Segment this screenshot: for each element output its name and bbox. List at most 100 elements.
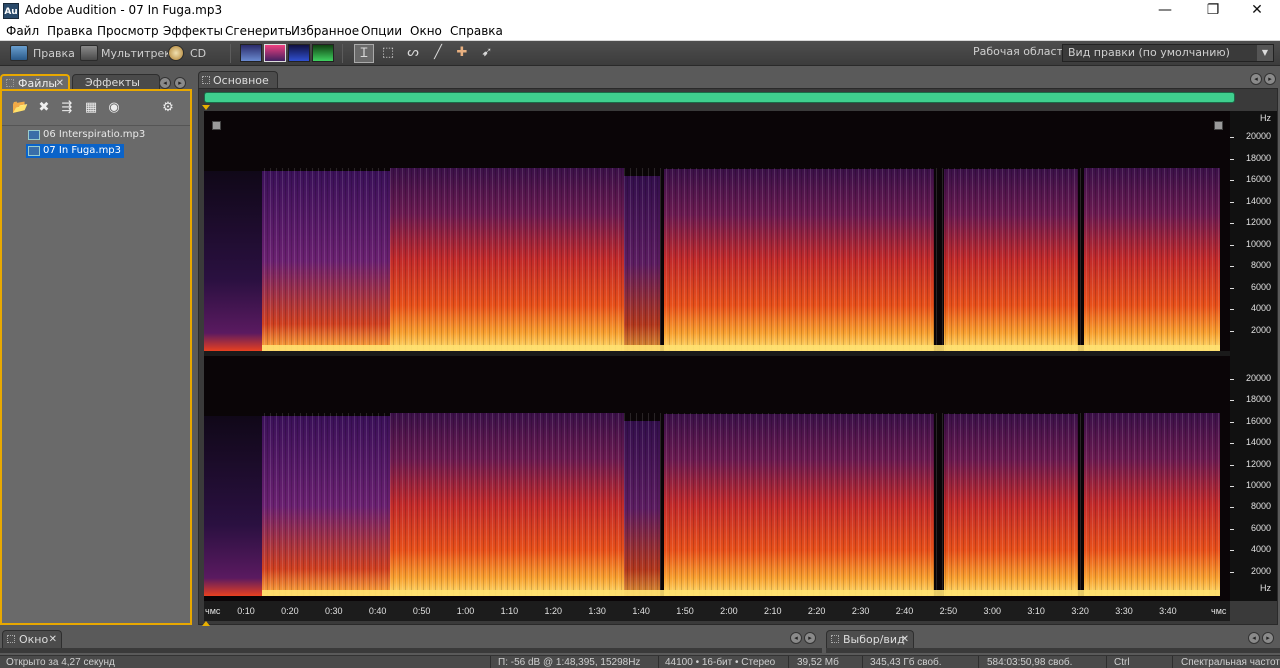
panel-grip-icon[interactable]: [7, 635, 15, 643]
audio-file-icon: [28, 146, 40, 156]
phase-view-icon[interactable]: [312, 44, 334, 62]
panel-grip-icon[interactable]: [202, 76, 210, 84]
file-item-selected[interactable]: 07 In Fuga.mp3: [26, 144, 125, 158]
cd-icon[interactable]: [168, 45, 184, 61]
top-freq-label: 4000: [1250, 303, 1271, 313]
top-freq-tick: [1230, 330, 1234, 332]
tab-window[interactable]: Окно ✕: [2, 630, 62, 648]
intro-section: [204, 171, 262, 351]
tab-selection-view[interactable]: Выбор/вид ✕: [826, 630, 914, 648]
tab-files[interactable]: Файлы ✕: [0, 74, 70, 90]
multitrack-icon[interactable]: [80, 45, 98, 61]
overview-bar[interactable]: [204, 92, 1235, 103]
insert-cd-icon[interactable]: ▦: [83, 101, 99, 115]
time-tick-label: 2:40: [895, 606, 914, 616]
waveform-view-icon[interactable]: [240, 44, 262, 62]
close-file-icon[interactable]: ✖: [36, 101, 52, 115]
file-item[interactable]: 06 Interspiratio.mp3: [26, 128, 148, 142]
panel-menu-icon[interactable]: ▸: [1262, 632, 1274, 644]
menu-generate[interactable]: Сгенерить: [225, 24, 292, 38]
zoom-corner-icon[interactable]: [212, 121, 221, 130]
spot-healing-tool-icon[interactable]: ✚: [452, 44, 472, 63]
panel-grip-icon[interactable]: [831, 635, 839, 643]
time-tick-label: 3:40: [1159, 606, 1177, 616]
spectral-view-icon[interactable]: [264, 44, 286, 62]
low-frequency-band: [262, 590, 1220, 596]
brush-tool-icon[interactable]: ╱: [428, 44, 448, 63]
window-panel-body: [0, 648, 822, 653]
intro-section: [204, 416, 262, 596]
menu-options[interactable]: Опции: [361, 24, 402, 38]
play-file-icon[interactable]: ◉: [106, 101, 122, 115]
time-tick-label: 2:50: [939, 606, 958, 616]
time-unit-label: чмс: [1211, 606, 1227, 616]
playhead-marker-top[interactable]: [202, 105, 210, 110]
tab-effects-label: Эффекты: [85, 76, 140, 89]
marquee-tool-icon[interactable]: ⬚: [378, 44, 398, 63]
menu-favorites[interactable]: Избранное: [291, 24, 359, 38]
top-freq-label: 10000: [1245, 238, 1271, 249]
tab-effects[interactable]: Эффекты: [72, 74, 160, 90]
multitrack-button[interactable]: Мультитрек: [101, 44, 171, 63]
menu-edit[interactable]: Правка: [47, 24, 93, 38]
insert-multitrack-icon[interactable]: ⇶: [59, 101, 75, 115]
panel-minimize-icon[interactable]: ◂: [790, 632, 802, 644]
hz-unit-label: Hz: [1260, 113, 1271, 123]
workspace-select[interactable]: Вид правки (по умолчанию) ▼: [1062, 44, 1274, 62]
close-icon[interactable]: ✕: [901, 631, 909, 648]
scrub-tool-icon[interactable]: ➹: [477, 44, 497, 63]
file-name: 07 In Fuga.mp3: [43, 145, 122, 156]
status-size: 39,52 Мб: [797, 657, 839, 668]
panel-minimize-icon[interactable]: ◂: [1248, 632, 1260, 644]
panel-minimize-icon[interactable]: ◂: [159, 77, 171, 89]
top-freq-label: 16000: [1245, 174, 1271, 184]
time-selection-tool-icon[interactable]: Ｉ: [354, 44, 374, 63]
maximize-button[interactable]: ❐: [1190, 0, 1236, 22]
time-tick-label: 0:40: [368, 606, 387, 616]
files-panel-body: 📂 ✖ ⇶ ▦ ◉ ⚙ 06 Interspiratio.mp3 07 In F…: [0, 89, 192, 625]
status-cursor: П: -56 dB @ 1:48,395, 15298Hz: [498, 657, 641, 668]
time-tick-label: 0:20: [281, 606, 299, 616]
minimize-button[interactable]: —: [1142, 0, 1188, 22]
menu-view[interactable]: Просмотр: [97, 24, 159, 38]
edit-view-icon[interactable]: [10, 45, 28, 61]
bottom-freq-label: 2000: [1250, 565, 1271, 576]
file-options-icon[interactable]: ⚙: [160, 101, 176, 115]
time-tick-label: 0:50: [412, 606, 431, 616]
edit-view-button[interactable]: Правка: [33, 44, 75, 63]
tab-main[interactable]: Основное: [198, 71, 278, 89]
open-file-icon[interactable]: 📂: [12, 101, 28, 115]
time-tick-label: 3:30: [1115, 606, 1133, 616]
zoom-corner-icon[interactable]: [1214, 121, 1223, 130]
close-button[interactable]: ✕: [1234, 0, 1280, 22]
cd-view-button[interactable]: CD: [190, 44, 206, 63]
panel-menu-icon[interactable]: ▸: [1264, 73, 1276, 85]
time-tick-label: 1:10: [500, 606, 519, 616]
panel-minimize-icon[interactable]: ◂: [1250, 73, 1262, 85]
lasso-tool-icon[interactable]: ᔕ: [403, 44, 423, 63]
panel-menu-icon[interactable]: ▸: [174, 77, 186, 89]
status-separator: [862, 656, 863, 668]
panel-menu-icon[interactable]: ▸: [804, 632, 816, 644]
chevron-down-icon[interactable]: ▼: [1257, 45, 1273, 61]
bottom-freq-label: 20000: [1245, 373, 1271, 383]
spectrogram[interactable]: [204, 111, 1230, 601]
menu-file[interactable]: Файл: [6, 24, 39, 38]
panel-grip-icon[interactable]: [6, 79, 14, 87]
channel-divider: [204, 351, 1230, 356]
time-ruler[interactable]: чмс 0:10 0:20 0:30 0:40 0:50 1:00 1:10 1:20 1:30…: [204, 601, 1230, 621]
time-tick-label: 2:10: [764, 606, 782, 616]
pan-view-icon[interactable]: [288, 44, 310, 62]
menu-effects[interactable]: Эффекты: [163, 24, 223, 38]
tab-selection-view-label: Выбор/вид: [843, 633, 905, 646]
menu-help[interactable]: Справка: [450, 24, 503, 38]
close-icon[interactable]: ✕: [49, 631, 57, 648]
bottom-freq-tick: [1230, 571, 1234, 573]
status-free-space: 345,43 Гб своб.: [870, 657, 942, 668]
spectral-display[interactable]: [204, 111, 1230, 601]
playhead-marker-bottom[interactable]: [202, 621, 210, 626]
bottom-freq-label: 8000: [1250, 501, 1271, 512]
status-bar: Открыто за 4,27 секунд П: -56 dB @ 1:48,…: [0, 655, 1280, 668]
bottom-freq-tick: [1230, 443, 1234, 445]
menu-window[interactable]: Окно: [410, 24, 442, 38]
